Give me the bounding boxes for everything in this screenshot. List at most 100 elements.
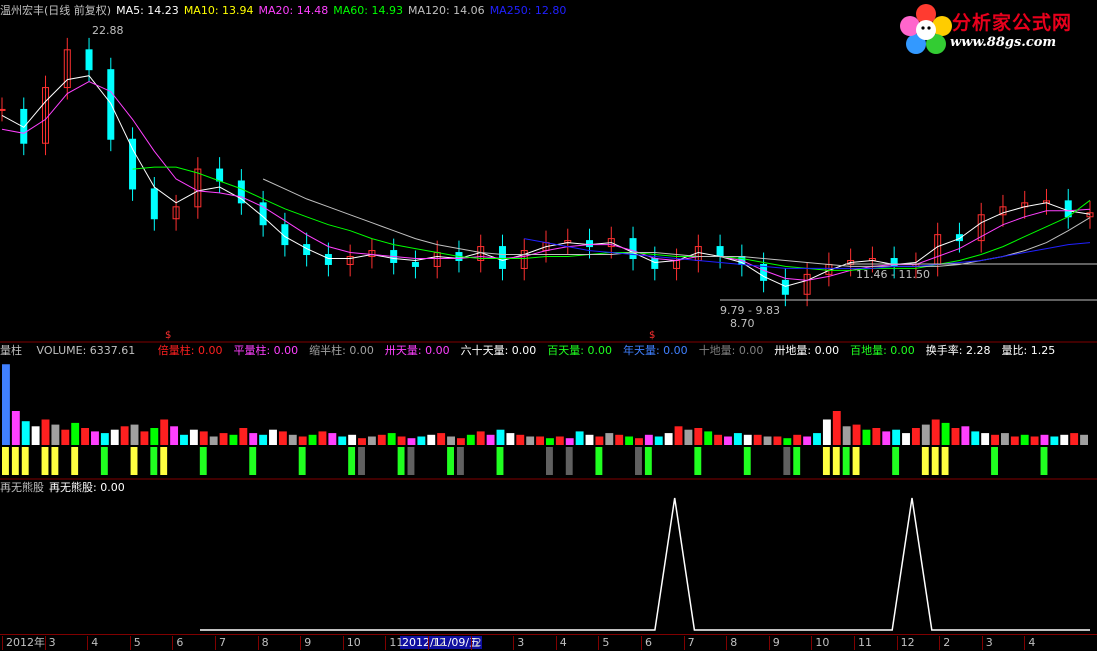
volume-bar — [180, 434, 188, 445]
volume-bar — [496, 429, 505, 445]
volume-bar — [684, 429, 693, 445]
time-tick: 6 — [641, 636, 652, 650]
volume-bar — [140, 431, 149, 445]
volume-bar — [862, 429, 871, 445]
volume-signal-bar — [160, 447, 168, 475]
volume-bar — [585, 434, 594, 445]
volume-value: VOLUME: 6337.61 — [36, 344, 136, 357]
candle-body — [781, 279, 789, 295]
volume-bar — [852, 424, 861, 445]
volume-bar — [328, 433, 337, 445]
volume-bar — [427, 434, 436, 445]
volume-indicator-6: 年天量: 0.00 — [622, 344, 688, 357]
volume-bar — [763, 436, 772, 445]
event-marker-icon[interactable]: $ — [165, 330, 171, 341]
volume-signal-bar — [150, 447, 158, 475]
time-tick: 4 — [1024, 636, 1035, 650]
volume-bar — [367, 436, 376, 445]
volume-signal-bar — [783, 447, 791, 475]
volume-bar — [150, 428, 159, 445]
volume-bar — [674, 426, 683, 445]
volume-bar — [120, 426, 129, 445]
time-tick: 8 — [726, 636, 737, 650]
volume-signal-bar — [358, 447, 365, 475]
volume-bar — [644, 434, 653, 445]
volume-bar — [61, 429, 70, 445]
volume-bar — [100, 433, 109, 445]
time-tick: 2 — [939, 636, 950, 650]
volume-indicator-7: 十地量: 0.00 — [698, 344, 764, 357]
volume-signal-bar — [21, 447, 29, 475]
volume-bar — [842, 426, 851, 445]
volume-bar — [832, 411, 841, 445]
volume-signal-bar — [832, 447, 840, 475]
volume-signal-bar — [595, 447, 603, 475]
volume-bar — [931, 419, 940, 445]
time-tick: 10 — [342, 636, 361, 650]
volume-bar — [555, 436, 564, 445]
volume-bar — [783, 438, 792, 445]
volume-bar — [773, 436, 782, 445]
candle-body — [1064, 200, 1072, 218]
candle-body — [716, 246, 724, 258]
volume-bar — [91, 431, 99, 445]
time-tick: 9 — [768, 636, 780, 650]
time-tick: 8 — [257, 636, 269, 650]
volume-bar — [130, 424, 139, 445]
kline-chart[interactable]: 22.88 11.46 - 11.50 9.79 - 9.83 8.70 $ $ — [0, 0, 1097, 634]
volume-bar — [595, 436, 604, 445]
volume-bar — [199, 431, 208, 445]
candle-body — [651, 258, 659, 269]
volume-indicator-2: 缩半柱: 0.00 — [309, 344, 374, 357]
candle-body — [498, 246, 506, 269]
time-tick: 5 — [598, 636, 609, 650]
volume-signal-bar — [694, 447, 702, 475]
time-tick: 3 — [981, 636, 993, 650]
volume-title: 量柱 — [0, 344, 22, 357]
volume-bar — [348, 434, 357, 445]
volume-bar — [1020, 434, 1029, 445]
zone2-label: 9.79 - 9.83 — [720, 304, 780, 317]
high-price-label: 22.88 — [92, 24, 124, 37]
volume-signal-bar — [199, 447, 207, 475]
volume-bar — [407, 438, 416, 445]
volume-indicator-1: 平量柱: 0.00 — [233, 344, 299, 357]
volume-bar — [397, 436, 406, 445]
volume-bar — [625, 436, 634, 445]
volume-bar — [11, 411, 20, 445]
volume-signal-bar — [407, 447, 415, 475]
candle-body — [216, 168, 224, 182]
volume-bar — [249, 433, 258, 445]
volume-bar — [170, 426, 179, 445]
time-tick: 10 — [811, 636, 829, 650]
volume-signal-bar — [842, 447, 850, 475]
volume-bar — [259, 434, 268, 445]
volume-signal-bar — [921, 447, 929, 475]
event-marker-icon[interactable]: $ — [649, 330, 655, 341]
volume-indicator-9: 百地量: 0.00 — [850, 344, 915, 357]
volume-signal-bar — [397, 447, 405, 475]
volume-bar — [991, 434, 999, 445]
volume-signal-bar — [931, 447, 939, 475]
volume-bar — [724, 436, 732, 445]
low-price-label: 8.70 — [730, 317, 755, 330]
volume-signal-bar — [11, 447, 19, 475]
volume-signal-bar — [743, 447, 751, 475]
time-tick: 5 — [129, 636, 141, 650]
time-tick: 3 — [513, 636, 524, 650]
volume-signal-bar — [456, 447, 464, 475]
volume-indicator-list: 倍量柱: 0.00 平量柱: 0.00 缩半柱: 0.00 卅天量: 0.00 六十天量… — [144, 344, 1060, 357]
volume-bar — [318, 431, 327, 445]
candle-body — [237, 180, 245, 204]
volume-bar — [1030, 436, 1039, 445]
volume-signal-bar — [892, 447, 900, 475]
candle-body — [150, 188, 158, 220]
volume-bar — [298, 436, 307, 445]
time-tick: 11 — [385, 636, 403, 650]
volume-bar — [239, 428, 248, 445]
time-tick: 2012年 — [2, 636, 45, 650]
volume-indicator-5: 百天量: 0.00 — [547, 344, 612, 357]
time-tick: 2 — [470, 636, 482, 650]
volume-bar — [219, 433, 228, 445]
candle-body — [629, 238, 637, 259]
